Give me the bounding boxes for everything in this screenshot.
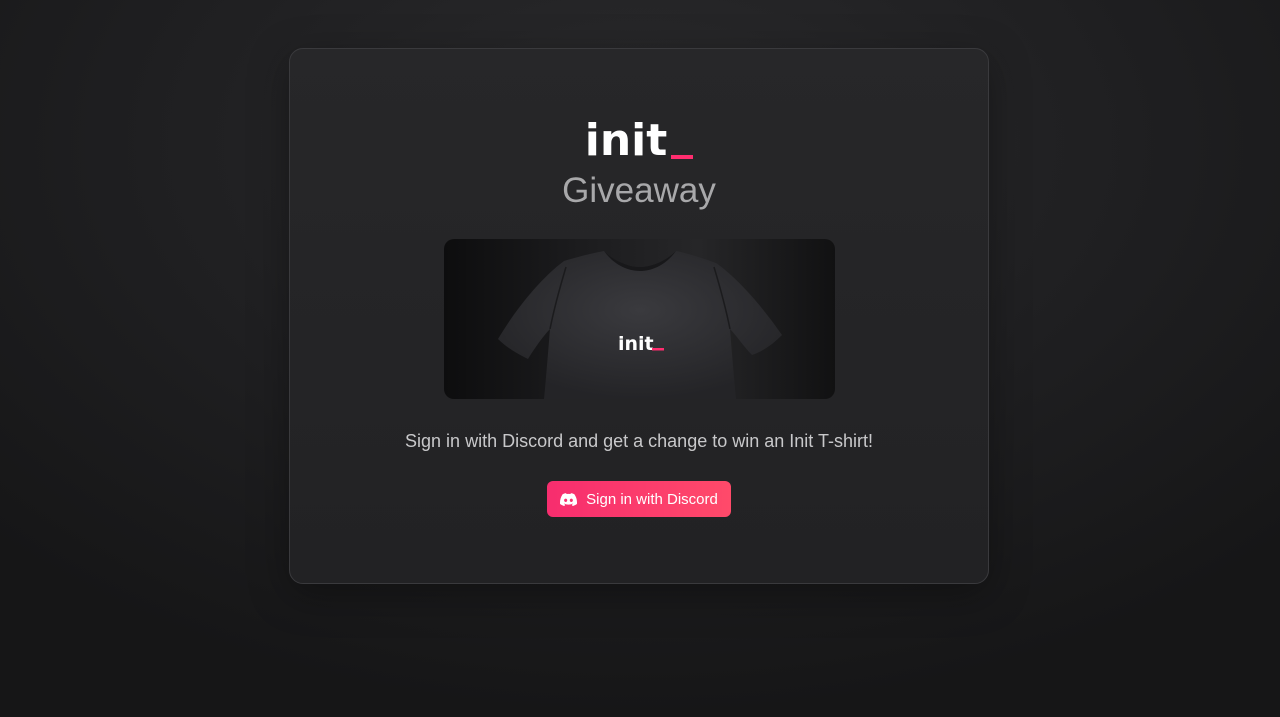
tshirt-print-wordmark: init [618, 333, 654, 355]
giveaway-card: init Giveaway init Sign in with Discord … [289, 48, 989, 584]
sign-in-with-discord-button[interactable]: Sign in with Discord [547, 481, 731, 517]
sign-in-label: Sign in with Discord [586, 490, 718, 508]
logo-wordmark: init [584, 115, 668, 166]
logo-underscore [671, 155, 694, 159]
tshirt-image: init [443, 239, 835, 399]
discord-icon [560, 492, 578, 506]
init-logo: init [584, 115, 694, 166]
page-title: Giveaway [562, 171, 716, 210]
giveaway-description: Sign in with Discord and get a change to… [405, 431, 873, 451]
tshirt-print-underscore [651, 348, 664, 351]
tshirt-illustration: init [497, 251, 782, 399]
